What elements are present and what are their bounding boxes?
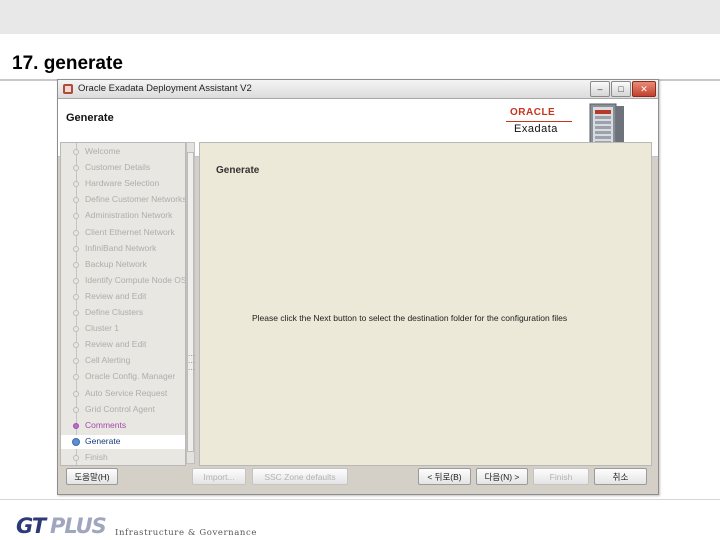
ssc-zone-defaults-button[interactable]: SSC Zone defaults — [252, 468, 348, 485]
step-item[interactable]: Cluster 1 — [61, 322, 185, 336]
close-button[interactable]: ✕ — [632, 81, 656, 97]
back-button[interactable]: < 뒤로(B) — [418, 468, 471, 485]
step-item[interactable]: Define Customer Networks — [61, 193, 185, 207]
step-status-icon — [73, 422, 79, 429]
step-item[interactable]: Hardware Selection — [61, 177, 185, 191]
step-label: Cluster 1 — [85, 323, 120, 334]
step-item[interactable]: Customer Details — [61, 161, 185, 175]
help-button[interactable]: 도움말(H) — [66, 468, 118, 485]
step-status-icon — [73, 149, 79, 155]
logo-underline — [506, 121, 572, 122]
step-item[interactable]: Define Clusters — [61, 306, 185, 320]
step-status-icon — [73, 454, 79, 461]
step-label: Administration Network — [85, 210, 173, 221]
step-status-icon — [72, 437, 80, 446]
step-status-icon — [73, 181, 79, 188]
step-status-icon — [73, 342, 79, 349]
step-label: Review and Edit — [85, 290, 147, 301]
product-name: Exadata — [514, 123, 558, 135]
step-item[interactable]: Oracle Config. Manager — [61, 370, 185, 384]
step-status-icon — [73, 277, 79, 284]
import-button[interactable]: Import... — [192, 468, 246, 485]
step-label: Cell Alerting — [85, 355, 131, 366]
step-status-icon — [73, 326, 79, 333]
step-status-icon — [73, 213, 79, 220]
step-item[interactable]: Finish — [61, 451, 185, 465]
step-item[interactable]: Auto Service Request — [61, 387, 185, 401]
step-label: Auto Service Request — [85, 387, 168, 398]
oracle-logo: ORACLE — [510, 107, 556, 118]
step-item[interactable]: Comments — [61, 419, 185, 433]
steps-navigator: Welcome Customer Details Hardware Selectio… — [60, 142, 186, 466]
step-label: Comments — [85, 419, 127, 430]
step-status-icon — [73, 165, 79, 172]
step-status-icon — [73, 390, 79, 397]
step-label: InfiniBand Network — [85, 242, 157, 253]
step-label: Define Clusters — [85, 307, 144, 317]
steps-connector — [76, 143, 77, 465]
step-item[interactable]: Welcome — [61, 145, 185, 159]
scrollbar-thumb[interactable]: ⋯ ⋯ ⋯ — [187, 152, 195, 452]
footer-divider — [0, 499, 720, 500]
step-item[interactable]: Grid Control Agent — [61, 403, 185, 417]
step-label: Customer Details — [85, 162, 151, 173]
step-label: Finish — [85, 451, 108, 462]
step-item[interactable]: Generate — [61, 434, 185, 449]
step-label: Grid Control Agent — [85, 403, 155, 414]
step-label: Oracle Config. Manager — [85, 371, 176, 382]
step-status-icon — [73, 229, 79, 236]
step-status-icon — [73, 374, 79, 381]
step-item[interactable]: Client Ethernet Network — [61, 226, 185, 240]
page-title: Generate — [66, 112, 114, 124]
step-status-icon — [73, 261, 79, 268]
step-label: Define Customer Networks — [85, 194, 186, 205]
company-logo-text: PLUS — [50, 514, 107, 538]
step-label: Identify Compute Node OS — [85, 274, 186, 285]
step-item[interactable]: Identify Compute Node OS — [61, 274, 185, 288]
app-window: Oracle Exadata Deployment Assistant V2 –… — [57, 79, 659, 495]
content-heading: Generate — [216, 165, 260, 176]
slide-title: 17. generate — [12, 53, 123, 74]
step-status-icon — [73, 245, 79, 252]
vertical-scrollbar[interactable]: ⋯ ⋯ ⋯ — [186, 142, 195, 464]
step-item[interactable]: Review and Edit — [61, 338, 185, 352]
instruction-text: Please click the Next button to select t… — [252, 313, 568, 323]
next-button[interactable]: 다음(N) > — [476, 468, 528, 485]
step-item[interactable]: Administration Network — [61, 209, 185, 223]
step-item[interactable]: Backup Network — [61, 258, 185, 272]
step-label: Client Ethernet Network — [85, 226, 175, 237]
cancel-button[interactable]: 취소 — [594, 468, 647, 485]
company-logo-mark: GT — [16, 514, 46, 538]
content-panel: Generate Please click the Next button to… — [199, 142, 652, 466]
step-label: Hardware Selection — [85, 178, 160, 189]
app-icon — [63, 84, 73, 94]
window-titlebar[interactable]: Oracle Exadata Deployment Assistant V2 –… — [58, 80, 658, 99]
window-title: Oracle Exadata Deployment Assistant V2 — [78, 83, 252, 94]
footer-tagline: Infrastructure & Governance — [115, 528, 257, 538]
step-status-icon — [73, 310, 79, 316]
step-label: Welcome — [85, 146, 121, 156]
step-label: Backup Network — [85, 258, 147, 269]
step-label: Generate — [85, 435, 121, 446]
step-item[interactable]: Review and Edit — [61, 290, 185, 304]
finish-button[interactable]: Finish — [533, 468, 589, 485]
step-item[interactable]: Cell Alerting — [61, 354, 185, 368]
maximize-button[interactable]: □ — [611, 81, 631, 97]
top-band — [0, 0, 720, 34]
step-status-icon — [73, 358, 79, 365]
step-status-icon — [73, 293, 79, 300]
step-label: Review and Edit — [85, 339, 147, 350]
minimize-button[interactable]: – — [590, 81, 610, 97]
step-status-icon — [73, 406, 79, 413]
scroll-grip-icon: ⋯ ⋯ ⋯ — [188, 353, 195, 374]
step-status-icon — [73, 197, 79, 204]
step-item[interactable]: InfiniBand Network — [61, 242, 185, 256]
